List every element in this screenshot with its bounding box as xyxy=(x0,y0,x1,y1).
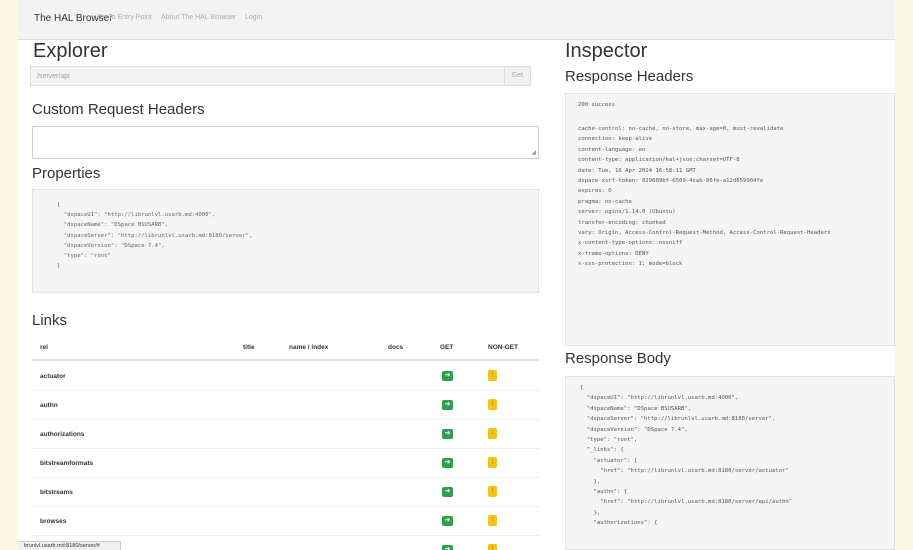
arrow-right-icon[interactable]: ➔ xyxy=(442,487,453,497)
nav-about-link[interactable]: About The HAL Browser xyxy=(161,14,236,21)
header-line: dspace-xsrf-token: 029609bf-6509-4cab-86… xyxy=(578,178,764,185)
properties-json: { "dspaceUI": "http://librunlvl.usarb.md… xyxy=(32,189,539,293)
links-table-header: rel title name / index docs GET NON-GET xyxy=(32,337,539,361)
header-line: cache-control: no-cache, no-store, max-a… xyxy=(578,126,784,132)
url-input[interactable] xyxy=(31,67,505,85)
rel-label: actuator xyxy=(40,373,66,380)
col-get: GET xyxy=(440,344,454,351)
rel-label: authorizations xyxy=(40,431,85,438)
exclamation-icon[interactable]: ! xyxy=(488,457,497,468)
header-line: x-frame-options: DENY xyxy=(578,250,649,257)
header-line: connection: keep-alive xyxy=(578,136,653,143)
header-line: transfer-encoding: chunked xyxy=(578,219,666,226)
rel-label: browses xyxy=(40,518,67,525)
col-non-get: NON-GET xyxy=(488,344,518,351)
url-bar: Get xyxy=(30,66,531,86)
arrow-right-icon[interactable]: ➔ xyxy=(442,400,453,410)
resize-grip-icon[interactable]: ◢ xyxy=(531,149,536,156)
table-row: authorizations ➔ ! xyxy=(32,420,539,449)
exclamation-icon[interactable]: ! xyxy=(488,370,497,381)
exclamation-icon[interactable]: ! xyxy=(488,544,497,550)
nav-entry-point-link[interactable]: Go To Entry Point xyxy=(97,14,152,21)
header-line: content-language: en xyxy=(578,146,646,153)
explorer-title: Explorer xyxy=(33,40,108,62)
header-line: pragma: no-cache xyxy=(578,198,632,205)
col-title: title xyxy=(243,344,255,351)
links-title: Links xyxy=(32,312,68,329)
header-line: x-xss-protection: 1; mode=block xyxy=(578,261,683,268)
header-line: content-type: application/hal+json;chars… xyxy=(578,157,740,164)
inspector-title: Inspector xyxy=(565,40,648,62)
response-headers-title: Response Headers xyxy=(565,68,694,85)
header-line: server: nginx/1.14.0 (Ubuntu) xyxy=(578,209,676,216)
custom-headers-title: Custom Request Headers xyxy=(32,101,205,118)
hal-browser-window: The HAL Browser Go To Entry Point About … xyxy=(18,0,895,550)
exclamation-icon[interactable]: ! xyxy=(488,399,497,410)
properties-title: Properties xyxy=(32,165,101,182)
response-headers-panel: 200 success cache-control: no-cache, no-… xyxy=(565,93,895,346)
col-docs: docs xyxy=(388,344,404,351)
nav-login-link[interactable]: Login xyxy=(245,14,262,21)
exclamation-icon[interactable]: ! xyxy=(488,486,497,497)
exclamation-icon[interactable]: ! xyxy=(488,515,497,526)
arrow-right-icon[interactable]: ➔ xyxy=(442,429,453,439)
col-rel: rel xyxy=(40,344,48,351)
response-status: 200 success xyxy=(578,102,616,108)
get-button[interactable]: Get xyxy=(504,67,530,85)
col-name-index: name / index xyxy=(289,344,329,351)
header-line: vary: Origin, Access-Control-Request-Met… xyxy=(578,230,831,237)
response-body-title: Response Body xyxy=(565,350,671,367)
rel-label: bitstreamformats xyxy=(40,460,94,467)
arrow-right-icon[interactable]: ➔ xyxy=(442,458,453,468)
arrow-right-icon[interactable]: ➔ xyxy=(442,516,453,526)
table-row: actuator ➔ ! xyxy=(32,362,539,391)
arrow-right-icon[interactable]: ➔ xyxy=(442,371,453,381)
table-row: bitstreams ➔ ! xyxy=(32,478,539,507)
table-row: authn ➔ ! xyxy=(32,391,539,420)
table-row: browses ➔ ! xyxy=(32,507,539,536)
arrow-right-icon[interactable]: ➔ xyxy=(442,545,453,550)
header-line: date: Tue, 16 Apr 2024 16:58:11 GMT xyxy=(578,167,696,174)
header-line: expires: 0 xyxy=(578,188,612,195)
table-row: bitstreamformats ➔ ! xyxy=(32,449,539,478)
header-line: x-content-type-options: nosniff xyxy=(578,240,683,247)
status-bar-url: brunlvl.usarb.md:8180/server/# xyxy=(18,541,121,550)
rel-label: bitstreams xyxy=(40,489,73,496)
exclamation-icon[interactable]: ! xyxy=(488,428,497,439)
custom-headers-textarea[interactable]: ◢ xyxy=(32,126,539,159)
rel-label: authn xyxy=(40,402,58,409)
navbar: The HAL Browser Go To Entry Point About … xyxy=(18,0,895,40)
response-body-json: { "dspaceUI": "http://librunlvl.usarb.md… xyxy=(565,376,895,550)
